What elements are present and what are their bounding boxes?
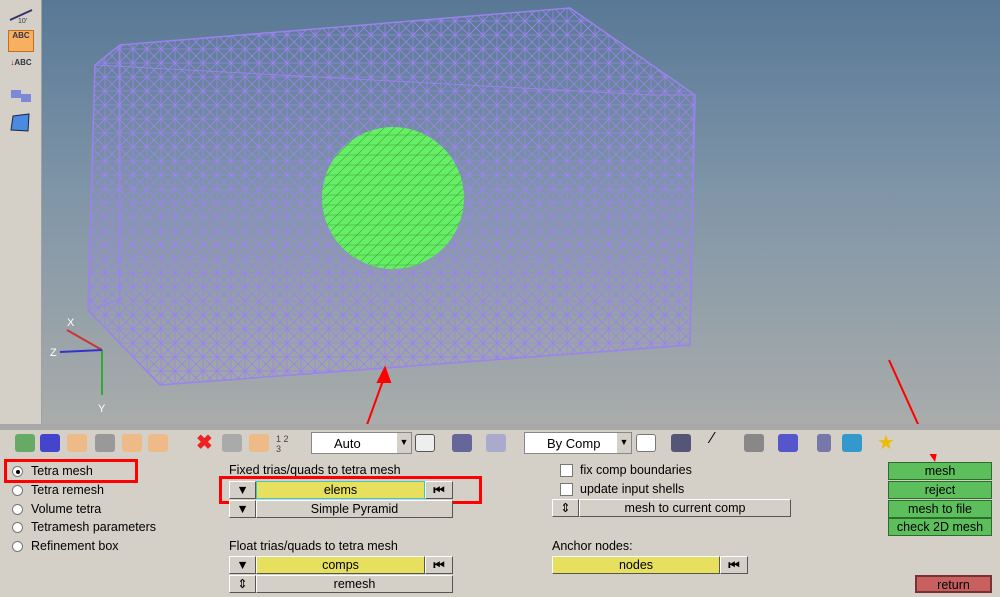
color-mode-dropdown[interactable]: By Comp ▼ — [524, 432, 632, 454]
systems-icon[interactable] — [148, 434, 168, 452]
solid-style-icon[interactable] — [486, 434, 506, 452]
float-option-value[interactable]: remesh — [256, 575, 453, 593]
mesh-dest-toggle[interactable]: ⇕ — [552, 499, 579, 517]
float-comps-selector[interactable]: comps — [256, 556, 425, 574]
chevron-down-icon: ▼ — [617, 433, 631, 453]
surface-patch-icon[interactable] — [8, 112, 34, 134]
properties-icon[interactable] — [95, 434, 115, 452]
mesh-to-file-button[interactable]: mesh to file — [888, 500, 992, 518]
delete-icon[interactable]: ✖ — [196, 430, 216, 454]
update-input-shells-checkbox[interactable] — [560, 483, 573, 496]
mesh-dest-value[interactable]: mesh to current comp — [579, 499, 791, 517]
shaded-elements-icon[interactable] — [671, 434, 691, 452]
wireframe-elements-icon[interactable] — [636, 434, 656, 452]
render-mode-dropdown[interactable]: Auto ▼ — [311, 432, 412, 454]
ruler-scale-icon[interactable]: 10' — [8, 4, 34, 26]
return-button[interactable]: return — [915, 575, 992, 593]
reset-selection-icon[interactable]: ⏮ — [425, 481, 453, 499]
anchor-nodes-selector[interactable]: nodes — [552, 556, 720, 574]
radio-tetramesh-parameters[interactable]: Tetramesh parameters — [12, 520, 156, 534]
reset-selection-icon[interactable]: ⏮ — [425, 556, 453, 574]
shell-element-icon[interactable] — [744, 434, 764, 452]
annotation-arrow-overlay — [888, 359, 938, 462]
organize-icon[interactable] — [222, 434, 242, 452]
scale-label: 10' — [18, 18, 28, 25]
components-icon[interactable] — [15, 434, 35, 452]
mesh-button[interactable]: mesh — [888, 462, 992, 480]
fixed-type-dropdown[interactable]: ▼ — [229, 500, 256, 518]
main-toolbar: ✖ 1 2 3 Auto ▼ By Comp ▼ ⁄ ★ — [0, 424, 1000, 454]
node-label-abc-icon[interactable]: ↓ABC — [8, 58, 34, 80]
update-input-shells-label: update input shells — [580, 482, 685, 496]
collectors-icon[interactable] — [40, 434, 60, 452]
fix-comp-boundaries-label: fix comp boundaries — [580, 463, 692, 477]
check-2d-mesh-button[interactable]: check 2D mesh — [888, 518, 992, 536]
materials-icon[interactable] — [67, 434, 87, 452]
fixed-elems-selector[interactable]: elems — [256, 481, 425, 499]
radio-tetra-mesh[interactable]: Tetra mesh — [12, 464, 93, 478]
favorites-star-icon[interactable]: ★ — [877, 430, 897, 454]
surface-style-icon[interactable] — [452, 434, 472, 452]
radio-refinement-box[interactable]: Refinement box — [12, 539, 119, 553]
reject-button[interactable]: reject — [888, 481, 992, 499]
chevron-down-icon: ▼ — [397, 433, 411, 453]
fixed-type-value[interactable]: Simple Pyramid — [256, 500, 453, 518]
float-option-toggle[interactable]: ⇕ — [229, 575, 256, 593]
geometry-style-icon[interactable] — [415, 434, 435, 452]
solid-element-icon[interactable] — [778, 434, 798, 452]
fixed-selector-dropdown[interactable]: ▼ — [229, 481, 256, 499]
reset-selection-icon[interactable]: ⏮ — [720, 556, 748, 574]
move-icon[interactable] — [249, 434, 269, 452]
radio-volume-tetra[interactable]: Volume tetra — [12, 502, 101, 516]
fix-comp-boundaries-checkbox[interactable] — [560, 464, 573, 477]
reverse-normals-icon[interactable] — [8, 84, 34, 106]
renumber-icon[interactable]: 1 2 3 — [276, 434, 296, 454]
float-label: Float trias/quads to tetra mesh — [229, 539, 398, 553]
radio-tetra-remesh[interactable]: Tetra remesh — [12, 483, 104, 497]
fixed-label: Fixed trias/quads to tetra mesh — [229, 463, 401, 477]
line-element-icon[interactable]: ⁄ — [711, 430, 731, 448]
loads-icon[interactable] — [122, 434, 142, 452]
element-groups-icon[interactable] — [817, 434, 831, 452]
float-selector-dropdown[interactable]: ▼ — [229, 556, 256, 574]
text-abc-icon[interactable]: ABC — [8, 30, 34, 52]
utility-sidebar: 10' ABC ↓ABC — [0, 0, 42, 424]
display-monitor-icon[interactable] — [842, 434, 862, 452]
anchor-nodes-label: Anchor nodes: — [552, 539, 633, 553]
